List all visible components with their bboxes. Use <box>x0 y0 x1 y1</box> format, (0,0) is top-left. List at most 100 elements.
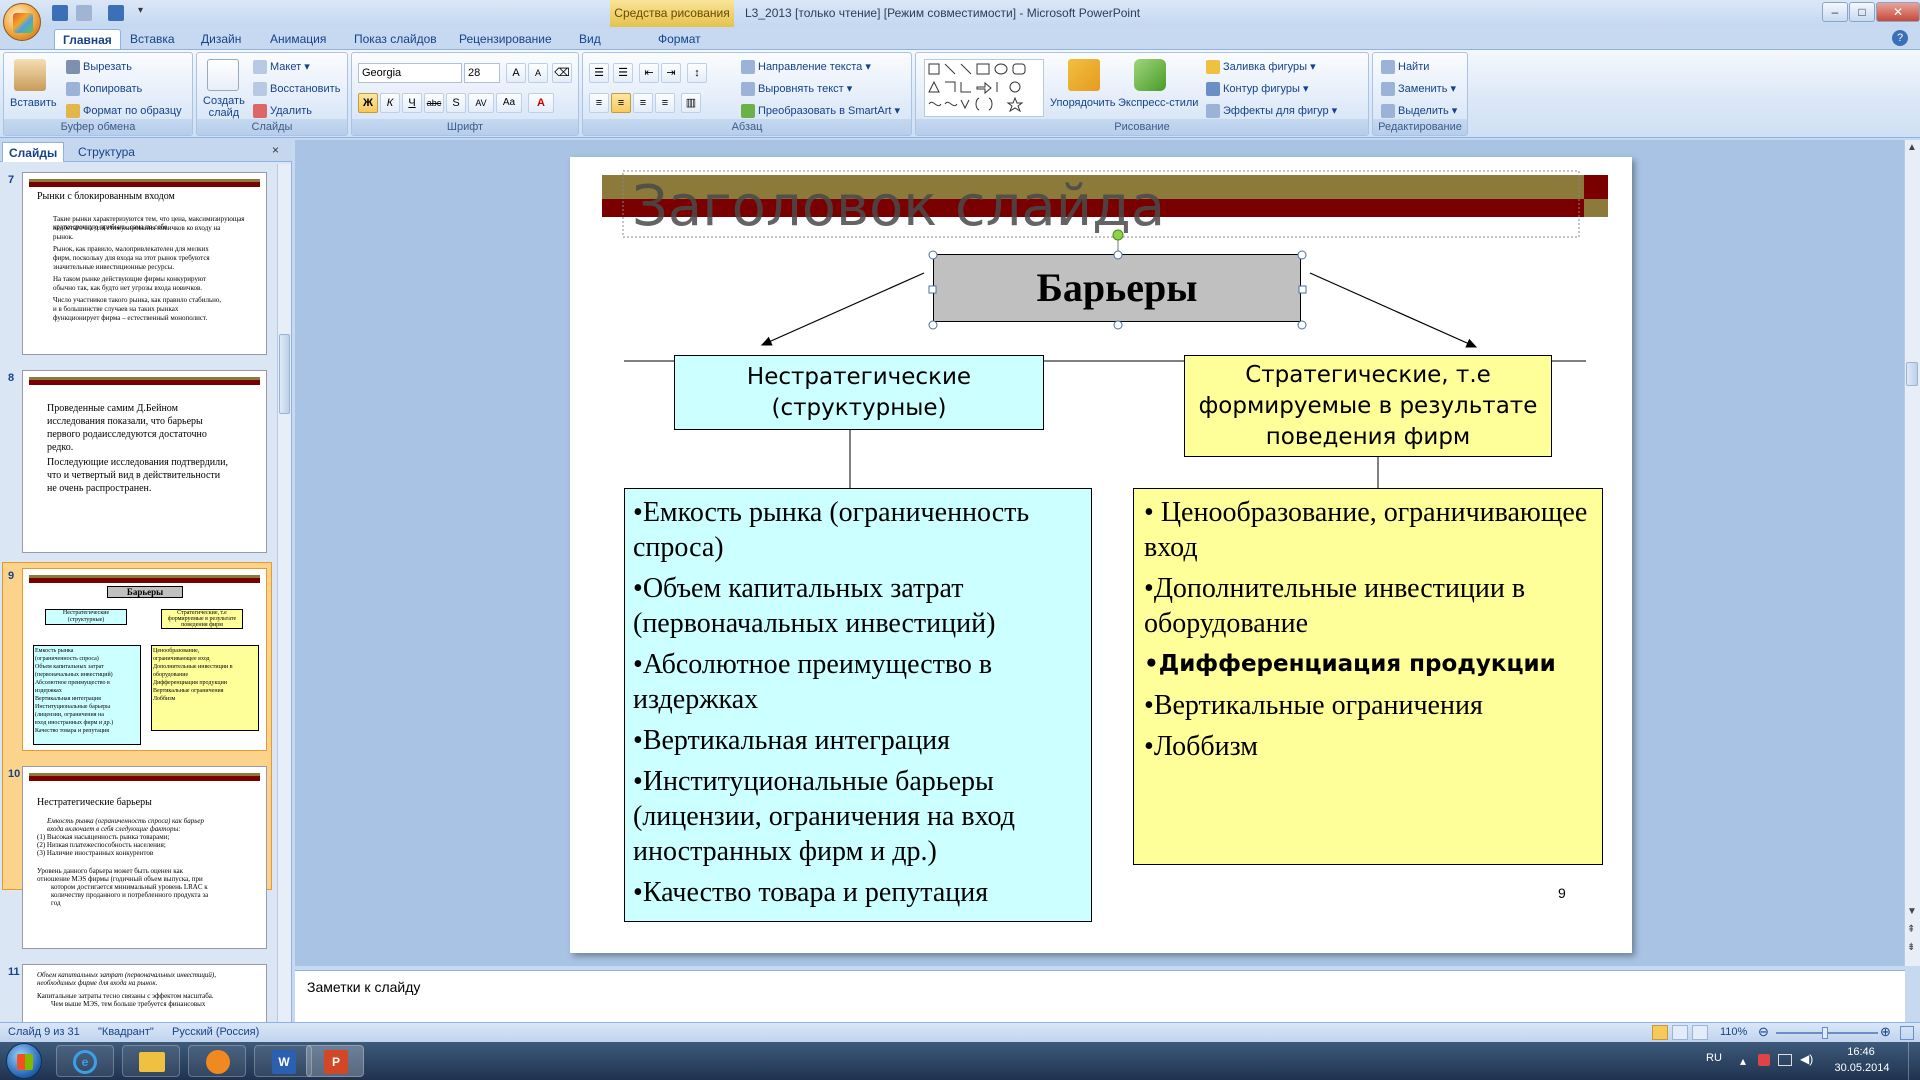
decrease-indent-icon[interactable]: ⇤ <box>639 63 659 83</box>
status-language[interactable]: Русский (Россия) <box>172 1026 259 1038</box>
reset-button[interactable]: Восстановить <box>253 82 340 96</box>
zoom-level[interactable]: 110% <box>1720 1026 1747 1038</box>
shrink-font-icon[interactable]: A <box>528 63 548 83</box>
font-name-combo[interactable]: Georgia <box>358 63 462 83</box>
scroll-thumb[interactable] <box>1906 362 1918 386</box>
align-left-icon[interactable]: ≡ <box>589 93 609 113</box>
resize-handle[interactable] <box>1297 320 1307 330</box>
right-list-box[interactable]: • Ценообразование, ограничивающее вход •… <box>1133 488 1603 865</box>
zoom-out-icon[interactable]: ⊖ <box>1758 1024 1769 1040</box>
next-slide-icon[interactable]: ⇟ <box>1907 942 1915 953</box>
bold-button[interactable]: Ж <box>358 93 378 113</box>
columns-icon[interactable]: ▥ <box>681 93 701 113</box>
close-button[interactable]: ✕ <box>1876 2 1920 22</box>
format-painter-button[interactable]: Формат по образцу <box>66 104 182 118</box>
flag-icon[interactable] <box>1758 1054 1770 1066</box>
volume-icon[interactable]: ◀) <box>1800 1052 1813 1066</box>
redo-icon[interactable] <box>108 5 124 21</box>
scroll-down-icon[interactable]: ▼ <box>1907 906 1917 917</box>
office-button[interactable] <box>3 3 41 41</box>
panel-scrollbar[interactable] <box>277 164 291 1023</box>
underline-button[interactable]: Ч <box>402 93 422 113</box>
show-desktop-button[interactable] <box>1908 1042 1920 1080</box>
align-right-icon[interactable]: ≡ <box>633 93 653 113</box>
slide-canvas[interactable]: Заголовок слайда Барьеры Нестратегически… <box>570 157 1632 953</box>
media-taskbar-button[interactable] <box>188 1045 246 1077</box>
close-panel-icon[interactable]: × <box>272 143 279 157</box>
minimize-button[interactable]: – <box>1822 2 1848 22</box>
sorter-view-icon[interactable] <box>1672 1025 1688 1040</box>
numbering-icon[interactable]: ☰ <box>613 63 633 83</box>
tab-insert[interactable]: Вставка <box>122 29 183 49</box>
strikethrough-button[interactable]: abc <box>424 93 444 113</box>
replace-button[interactable]: Заменить ▾ <box>1381 82 1456 97</box>
slide-thumb-8[interactable]: Проведенные самим Д.Бейном исследования … <box>22 370 267 553</box>
undo-icon[interactable] <box>76 5 92 21</box>
left-list-box[interactable]: •Емкость рынка (ограниченность спроса) •… <box>624 488 1092 922</box>
tab-format[interactable]: Формат <box>650 29 709 49</box>
right-head-box[interactable]: Стратегические, т.е формируемые в резуль… <box>1184 355 1552 457</box>
tab-slides[interactable]: Слайды <box>2 142 65 162</box>
tab-slideshow[interactable]: Показ слайдов <box>346 29 445 49</box>
spacing-button[interactable]: AV <box>468 93 494 113</box>
maximize-button[interactable]: □ <box>1849 2 1875 22</box>
tab-review[interactable]: Рецензирование <box>451 29 560 49</box>
shape-effects-button[interactable]: Эффекты для фигур ▾ <box>1206 104 1337 119</box>
new-slide-button[interactable]: Создать слайд <box>203 95 245 119</box>
resize-handle[interactable] <box>1297 250 1307 260</box>
slide-thumb-7[interactable]: Рынки с блокированным входом Такие рынки… <box>22 172 267 355</box>
tab-outline[interactable]: Структура <box>72 142 141 162</box>
font-color-button[interactable]: A <box>528 93 554 113</box>
shape-fill-button[interactable]: Заливка фигуры ▾ <box>1206 60 1316 75</box>
network-icon[interactable] <box>1778 1054 1792 1066</box>
zoom-in-icon[interactable]: ⊕ <box>1880 1024 1891 1040</box>
bullets-icon[interactable]: ☰ <box>589 63 609 83</box>
layout-button[interactable]: Макет ▾ <box>253 60 310 75</box>
start-button[interactable] <box>6 1043 42 1079</box>
ie-taskbar-button[interactable]: e <box>56 1045 114 1077</box>
resize-handle[interactable] <box>1298 285 1307 294</box>
resize-handle[interactable] <box>928 320 938 330</box>
smartart-button[interactable]: Преобразовать в SmartArt ▾ <box>741 104 900 119</box>
powerpoint-taskbar-button[interactable]: P <box>306 1045 364 1077</box>
qat-customize-icon[interactable]: ▾ <box>138 5 148 21</box>
tab-home[interactable]: Главная <box>54 29 121 49</box>
tab-animation[interactable]: Анимация <box>262 29 334 49</box>
font-size-combo[interactable]: 28 <box>464 63 500 83</box>
arrange-button[interactable]: Упорядочить <box>1050 97 1115 109</box>
cut-button[interactable]: Вырезать <box>66 60 132 74</box>
italic-button[interactable]: К <box>380 93 400 113</box>
fit-window-icon[interactable] <box>1900 1026 1914 1040</box>
tab-view[interactable]: Вид <box>571 29 609 49</box>
prev-slide-icon[interactable]: ⇞ <box>1907 924 1915 935</box>
zoom-slider-thumb[interactable] <box>1822 1027 1828 1039</box>
notes-pane[interactable]: Заметки к слайду <box>295 970 1905 1022</box>
slideshow-view-icon[interactable] <box>1692 1025 1708 1040</box>
align-center-icon[interactable]: ≡ <box>611 93 631 113</box>
clock-date[interactable]: 30.05.2014 <box>1832 1062 1892 1074</box>
language-indicator[interactable]: RU <box>1706 1052 1722 1064</box>
shape-outline-button[interactable]: Контур фигуры ▾ <box>1206 82 1309 97</box>
find-button[interactable]: Найти <box>1381 60 1429 74</box>
shapes-gallery[interactable] <box>924 59 1044 117</box>
slide-thumb-9[interactable]: Барьеры Нестратегические (структурные) С… <box>22 568 267 751</box>
resize-handle[interactable] <box>928 250 938 260</box>
rotate-handle[interactable] <box>1112 229 1124 241</box>
quick-styles-button[interactable]: Экспресс-стили <box>1118 97 1198 109</box>
shadow-button[interactable]: S <box>446 93 466 113</box>
text-direction-button[interactable]: Направление текста ▾ <box>741 60 871 75</box>
panel-scroll-thumb[interactable] <box>279 334 290 414</box>
normal-view-icon[interactable] <box>1652 1025 1668 1040</box>
slide-thumb-11[interactable]: Объем капитальных затрат (первоначальных… <box>22 964 267 1023</box>
resize-handle[interactable] <box>1113 250 1123 260</box>
left-head-box[interactable]: Нестратегические (структурные) <box>674 355 1044 430</box>
change-case-button[interactable]: Aa <box>496 93 522 113</box>
delete-slide-button[interactable]: Удалить <box>253 104 312 118</box>
copy-button[interactable]: Копировать <box>66 82 142 96</box>
tray-arrow-icon[interactable]: ▴ <box>1740 1054 1746 1068</box>
scroll-up-icon[interactable]: ▲ <box>1907 142 1917 153</box>
tab-design[interactable]: Дизайн <box>193 29 249 49</box>
paste-button[interactable]: Вставить <box>10 97 57 109</box>
resize-handle[interactable] <box>1113 320 1123 330</box>
increase-indent-icon[interactable]: ⇥ <box>661 63 681 83</box>
